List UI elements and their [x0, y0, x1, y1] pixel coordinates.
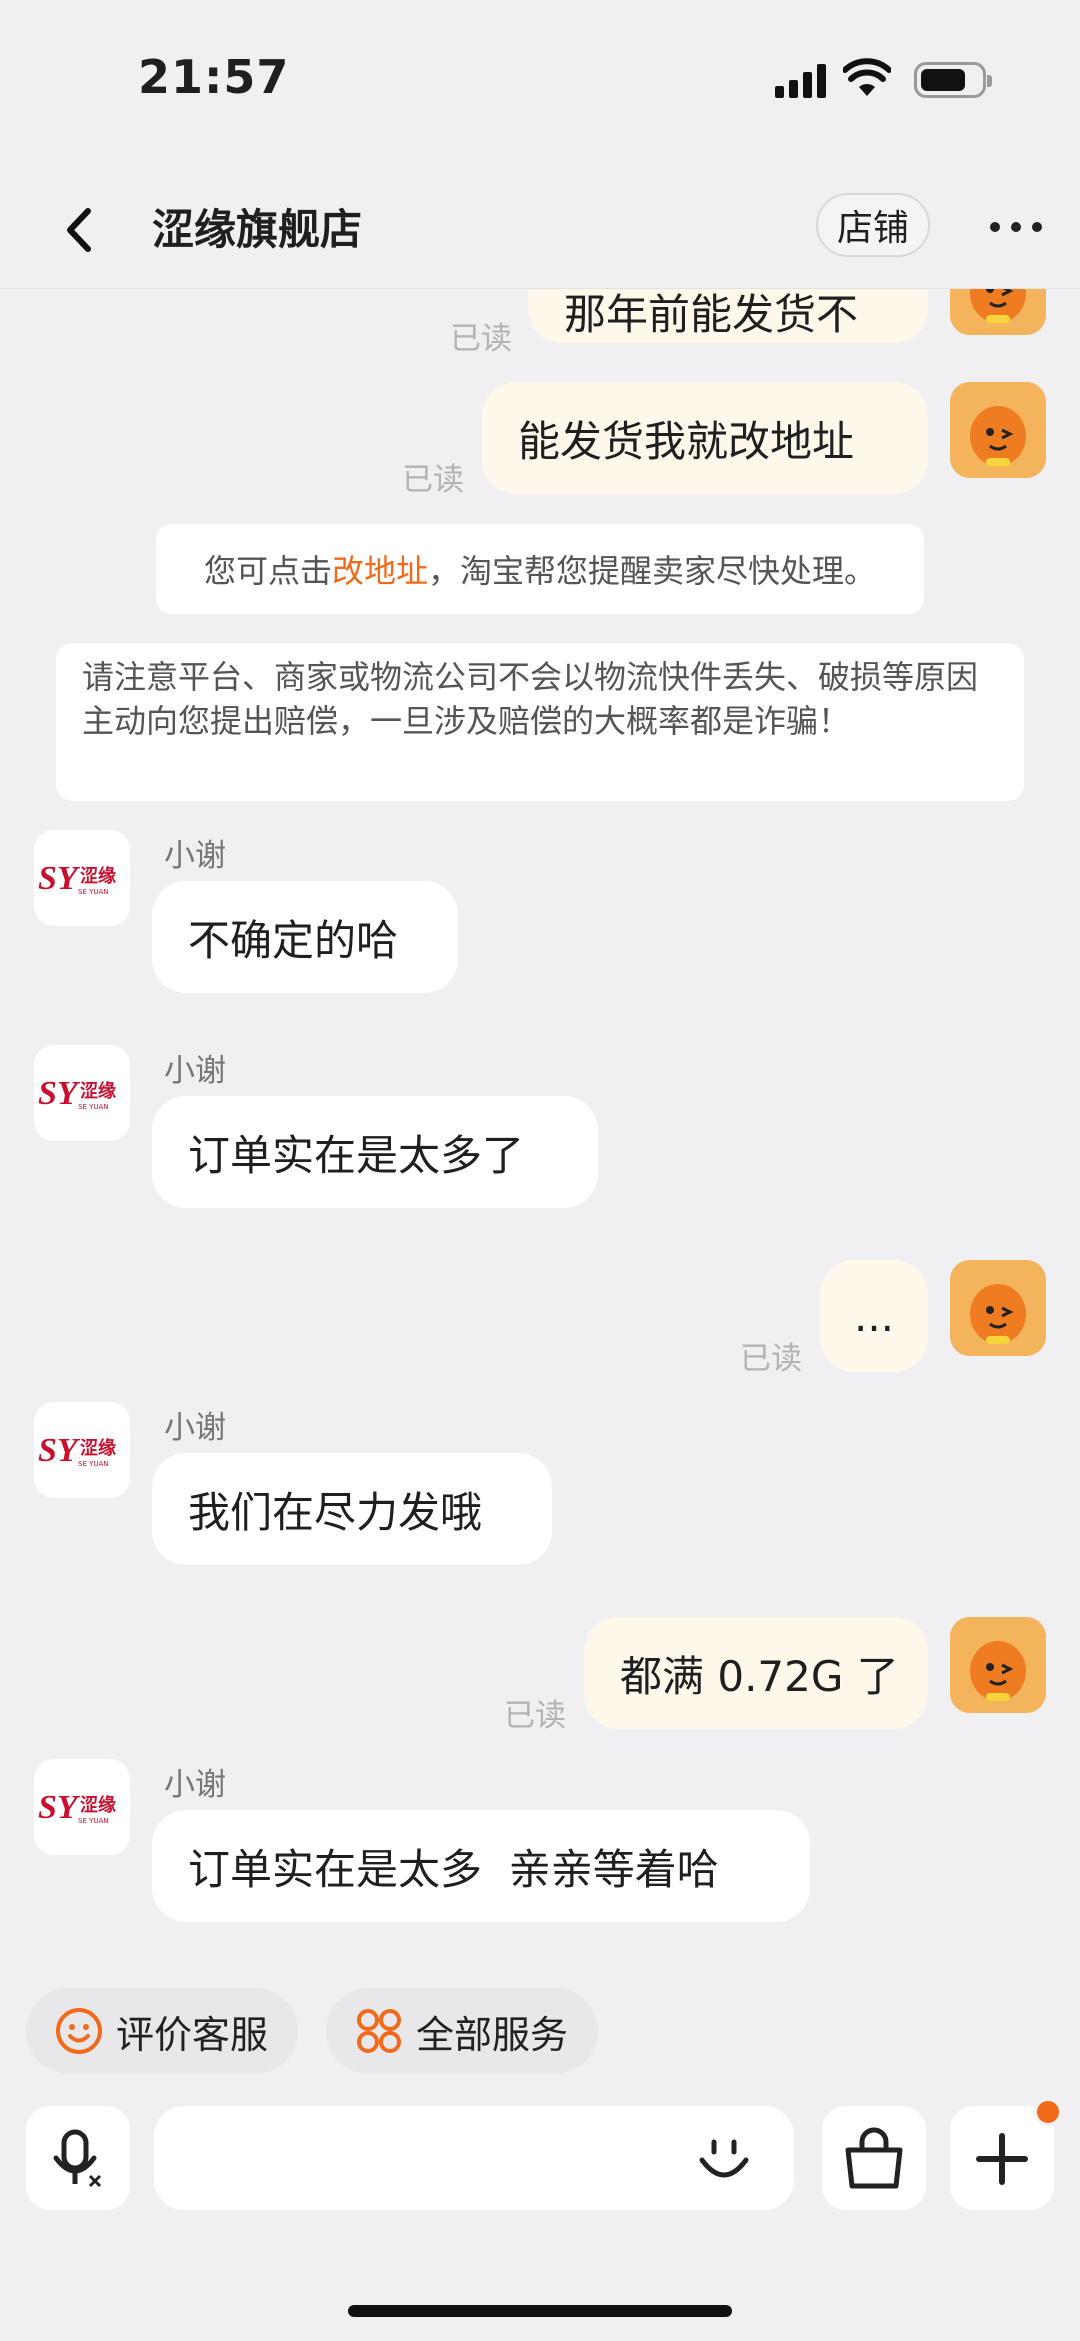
- message-text: ...: [853, 1291, 895, 1341]
- home-indicator[interactable]: [348, 2305, 732, 2317]
- avatar-mascot-icon: [950, 382, 1046, 478]
- shop-logo-mark: SY: [38, 1432, 78, 1469]
- bag-icon: [845, 2127, 903, 2189]
- signal-icon: [775, 62, 827, 98]
- smile-icon: [56, 2008, 102, 2054]
- tip-text: ，淘宝帮您提醒卖家尽快处理。: [428, 552, 877, 590]
- my-avatar[interactable]: [950, 1260, 1046, 1356]
- avatar-mascot-icon: [950, 289, 1046, 335]
- battery-icon: [914, 62, 992, 98]
- more-actions-button[interactable]: [950, 2098, 1062, 2210]
- shop-logo-sub: SE YUAN: [78, 888, 109, 896]
- shop-logo-name: 涩缘: [80, 866, 116, 887]
- shop-logo-name: 涩缘: [80, 1795, 116, 1816]
- shop-logo-mark: SY: [38, 1789, 78, 1826]
- grid-icon: [357, 2009, 401, 2053]
- read-status: 已读: [740, 1341, 802, 1377]
- shop-logo-mark: SY: [38, 1075, 78, 1112]
- all-services-button[interactable]: 全部服务: [326, 1988, 598, 2074]
- shop-logo-mark: SY: [38, 860, 78, 897]
- rate-service-button[interactable]: 评价客服: [26, 1988, 298, 2074]
- change-address-link[interactable]: 改地址: [332, 546, 428, 592]
- my-avatar[interactable]: [950, 1617, 1046, 1713]
- message-text: 都满 0.72G 了: [620, 1651, 899, 1701]
- message-text: 不确定的哈: [188, 915, 399, 965]
- message-text: 那年前能发货不: [564, 289, 859, 339]
- message-bubble-shop[interactable]: 我们在尽力发哦: [152, 1453, 552, 1565]
- message-input[interactable]: [154, 2106, 794, 2210]
- status-time: 21:57: [138, 50, 290, 104]
- my-avatar[interactable]: [950, 289, 1046, 335]
- shop-logo-name: 涩缘: [80, 1081, 116, 1102]
- sender-name: 小谢: [164, 1410, 226, 1446]
- message-text: 能发货我就改地址: [518, 416, 855, 466]
- read-status: 已读: [504, 1698, 566, 1734]
- address-tip: 您可点击 改地址 ，淘宝帮您提醒卖家尽快处理。: [156, 524, 924, 614]
- message-text: 订单实在是太多 亲亲等着哈: [188, 1844, 719, 1894]
- shop-logo-sub: SE YUAN: [78, 1103, 109, 1111]
- message-bubble-shop[interactable]: 不确定的哈: [152, 881, 458, 993]
- shop-logo-sub: SE YUAN: [78, 1460, 109, 1468]
- message-bubble-mine[interactable]: 那年前能发货不: [528, 289, 928, 343]
- message-text: 订单实在是太多了: [188, 1130, 525, 1180]
- message-text: 我们在尽力发哦: [188, 1487, 483, 1537]
- back-icon[interactable]: [60, 205, 100, 255]
- cart-button[interactable]: [822, 2106, 926, 2210]
- my-avatar[interactable]: [950, 382, 1046, 478]
- message-bubble-shop[interactable]: 订单实在是太多 亲亲等着哈: [152, 1810, 810, 1922]
- shop-logo-sub: SE YUAN: [78, 1817, 109, 1825]
- sender-name: 小谢: [164, 1053, 226, 1089]
- voice-button[interactable]: [26, 2106, 130, 2210]
- wifi-icon: [843, 58, 891, 96]
- shop-avatar[interactable]: SY 涩缘 SE YUAN: [34, 830, 130, 926]
- avatar-mascot-icon: [950, 1260, 1046, 1356]
- tip-text: 您可点击: [203, 552, 332, 590]
- sender-name: 小谢: [164, 1767, 226, 1803]
- message-bubble-shop[interactable]: 订单实在是太多了: [152, 1096, 598, 1208]
- message-bubble-mine[interactable]: ...: [820, 1260, 928, 1372]
- sender-name: 小谢: [164, 838, 226, 874]
- chat-list[interactable]: 已读 那年前能发货不 已读 能发货我就改地址 您可点击 改地址 ，淘宝帮您提醒卖家尽…: [0, 289, 1080, 1969]
- emoji-icon[interactable]: [694, 2128, 754, 2188]
- page-title: 涩缘旗舰店: [152, 205, 363, 254]
- avatar-mascot-icon: [950, 1617, 1046, 1713]
- shop-logo-name: 涩缘: [80, 1438, 116, 1459]
- read-status: 已读: [402, 462, 464, 498]
- message-bubble-mine[interactable]: 都满 0.72G 了: [584, 1617, 928, 1729]
- shop-avatar[interactable]: SY 涩缘 SE YUAN: [34, 1759, 130, 1855]
- fraud-warning: 请注意平台、商家或物流公司不会以物流快件丢失、破损等原因主动向您提出赔偿，一旦涉…: [56, 643, 1024, 801]
- all-services-label: 全部服务: [416, 2012, 569, 2057]
- notification-dot: [1034, 2098, 1062, 2126]
- shop-avatar[interactable]: SY 涩缘 SE YUAN: [34, 1045, 130, 1141]
- shop-button[interactable]: 店铺: [816, 193, 930, 257]
- read-status: 已读: [450, 321, 512, 357]
- message-bubble-mine[interactable]: 能发货我就改地址: [482, 382, 928, 494]
- more-icon[interactable]: [990, 222, 1042, 232]
- rate-service-label: 评价客服: [116, 2012, 269, 2057]
- shop-avatar[interactable]: SY 涩缘 SE YUAN: [34, 1402, 130, 1498]
- voice-icon: [53, 2129, 102, 2188]
